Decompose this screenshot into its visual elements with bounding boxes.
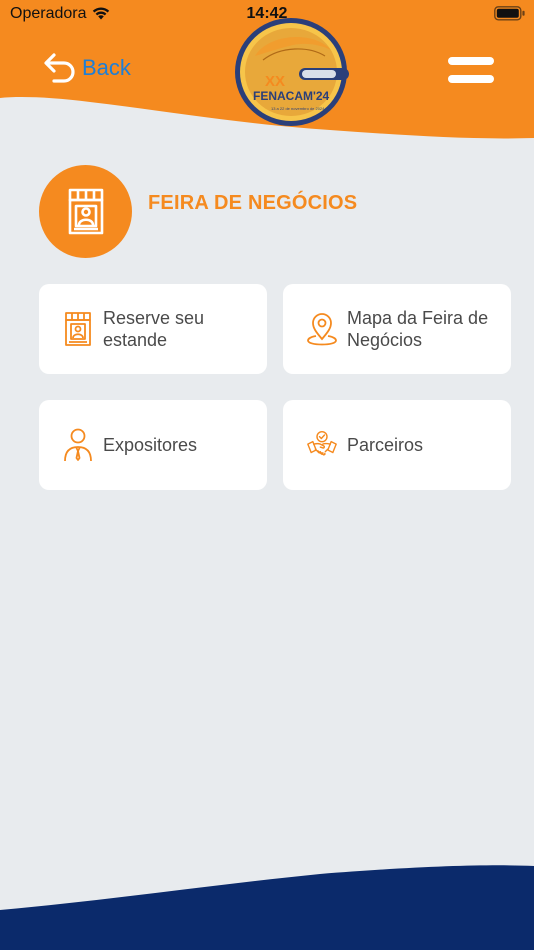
section-title: FEIRA DE NEGÓCIOS <box>148 192 358 214</box>
status-bar: Operadora 14:42 <box>0 0 534 28</box>
card-label: Reserve seu estande <box>103 308 205 350</box>
card-reserve-stand[interactable]: Reserve seu estande <box>39 284 267 374</box>
menu-button[interactable] <box>448 57 496 83</box>
back-button[interactable]: Back <box>42 50 131 86</box>
person-icon <box>63 427 93 463</box>
back-label: Back <box>82 55 131 80</box>
fenacam-logo: XX FENACAM'24 13 a 22 de novembro de 202… <box>235 18 349 126</box>
handshake-icon <box>307 427 337 463</box>
map-pin-icon <box>307 311 337 347</box>
card-label: Expositores <box>103 435 198 455</box>
card-label: Mapa da Feira de Negócios <box>347 308 489 350</box>
card-exhibitors[interactable]: Expositores <box>39 400 267 490</box>
clock: 14:42 <box>246 5 288 22</box>
battery-icon <box>494 6 525 21</box>
logo-line3: 13 a 22 de novembro de 2024 <box>271 106 325 111</box>
hamburger-icon-bar <box>448 75 494 83</box>
hamburger-icon-bar <box>448 57 494 65</box>
card-label: Parceiros <box>347 435 424 455</box>
logo-line2: FENACAM'24 <box>253 89 330 103</box>
footer-wave <box>0 865 534 950</box>
booth-icon <box>68 188 103 234</box>
card-partners[interactable]: Parceiros <box>283 400 511 490</box>
section-icon <box>39 165 132 258</box>
logo-line1: XX <box>265 73 285 90</box>
booth-icon <box>63 311 93 347</box>
card-fair-map[interactable]: Mapa da Feira de Negócios <box>283 284 511 374</box>
back-arrow-icon <box>44 53 75 83</box>
